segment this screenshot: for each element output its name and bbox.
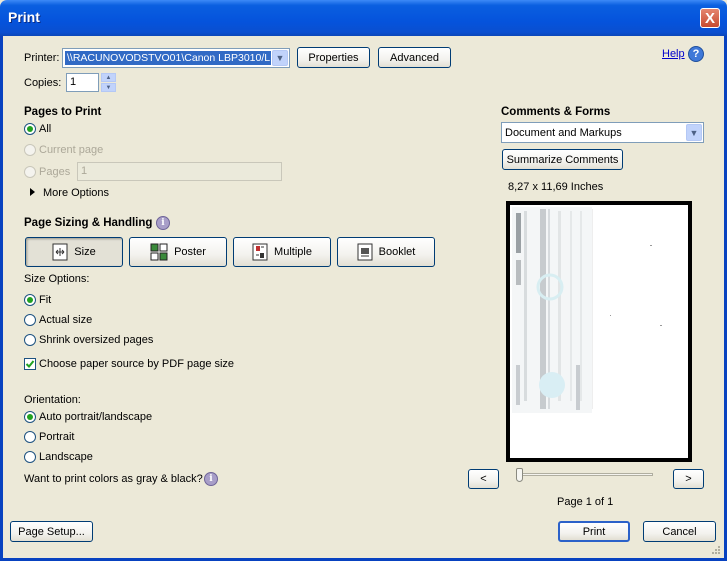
orientation-label: Orientation: (24, 394, 81, 406)
tab-multiple-label: Multiple (274, 246, 312, 258)
help-link[interactable]: Help (662, 48, 685, 60)
tab-multiple[interactable]: Multiple (233, 237, 331, 267)
size-icon (52, 243, 68, 261)
stepper-down-icon[interactable]: ▼ (101, 83, 116, 92)
paper-source-label[interactable]: Choose paper source by PDF page size (39, 358, 234, 370)
size-shrink-radio[interactable] (24, 334, 36, 346)
page-thumbnail (512, 207, 662, 413)
pages-all-radio[interactable] (24, 123, 36, 135)
next-page-button[interactable]: > (673, 469, 704, 489)
copies-label: Copies: (24, 77, 62, 89)
size-actual-radio[interactable] (24, 314, 36, 326)
window-title: Print (8, 9, 40, 25)
size-fit-label[interactable]: Fit (39, 294, 51, 306)
expand-triangle-icon[interactable] (30, 188, 35, 196)
prev-page-button[interactable]: < (468, 469, 499, 489)
window-frame-left (0, 36, 3, 561)
tab-size[interactable]: Size (25, 237, 123, 267)
orientation-landscape-radio[interactable] (24, 451, 36, 463)
comments-forms-heading: Comments & Forms (501, 106, 611, 118)
orientation-auto-label[interactable]: Auto portrait/landscape (39, 411, 152, 423)
title-bar[interactable] (0, 0, 727, 36)
pages-range-radio[interactable] (24, 166, 36, 178)
info-icon[interactable]: i (204, 472, 218, 486)
size-fit-radio[interactable] (24, 294, 36, 306)
summarize-comments-button[interactable]: Summarize Comments (502, 149, 623, 170)
pages-range-input[interactable]: 1 (77, 162, 282, 181)
properties-button[interactable]: Properties (297, 47, 370, 68)
more-options-toggle[interactable]: More Options (43, 187, 109, 199)
help-icon[interactable]: ? (688, 46, 704, 62)
multiple-icon (252, 243, 268, 261)
pages-all-label[interactable]: All (39, 123, 51, 135)
copies-input[interactable]: 1 (66, 73, 99, 92)
tab-booklet-label: Booklet (378, 246, 416, 258)
orientation-portrait-label[interactable]: Portrait (39, 431, 74, 443)
advanced-button[interactable]: Advanced (378, 47, 451, 68)
copies-stepper[interactable]: ▲ ▼ (101, 73, 116, 92)
page-info-text: Page 1 of 1 (557, 496, 614, 508)
page-setup-button[interactable]: Page Setup... (10, 521, 93, 542)
orientation-auto-radio[interactable] (24, 411, 36, 423)
comments-forms-value: Document and Markups (505, 127, 622, 139)
gray-question-label: Want to print colors as gray & black? (24, 473, 203, 485)
paper-size-text: 8,27 x 11,69 Inches (508, 181, 604, 193)
pages-range-label[interactable]: Pages (39, 166, 70, 178)
page-sizing-heading: Page Sizing & Handling (24, 217, 153, 229)
info-icon[interactable]: i (156, 216, 170, 230)
pages-current-radio[interactable] (24, 144, 36, 156)
orientation-landscape-label[interactable]: Landscape (39, 451, 93, 463)
pages-current-label[interactable]: Current page (39, 144, 103, 156)
preview-page (510, 205, 688, 458)
pages-to-print-heading: Pages to Print (24, 106, 102, 118)
paper-source-checkbox[interactable] (24, 358, 36, 370)
printer-select[interactable]: \\RACUNOVODSTVO01\Canon LBP3010/LB ▼ (62, 48, 290, 68)
size-actual-label[interactable]: Actual size (39, 314, 92, 326)
printer-label: Printer: (24, 52, 60, 64)
preview-slider-track[interactable] (519, 473, 653, 476)
resize-grip-icon[interactable] (709, 545, 721, 557)
size-shrink-label[interactable]: Shrink oversized pages (39, 334, 153, 346)
checkmark-icon (25, 360, 35, 368)
close-button[interactable]: X (700, 8, 720, 28)
tab-size-label: Size (74, 246, 96, 258)
chevron-down-icon[interactable]: ▼ (272, 50, 288, 66)
tab-poster[interactable]: Poster (129, 237, 227, 267)
orientation-portrait-radio[interactable] (24, 431, 36, 443)
poster-icon (150, 243, 168, 261)
booklet-icon (357, 243, 373, 261)
print-button[interactable]: Print (558, 521, 630, 542)
size-options-label: Size Options: (24, 273, 90, 285)
tab-booklet[interactable]: Booklet (337, 237, 435, 267)
chevron-down-icon[interactable]: ▼ (686, 124, 702, 141)
comments-forms-select[interactable]: Document and Markups ▼ (501, 122, 704, 143)
cancel-button[interactable]: Cancel (643, 521, 716, 542)
printer-value: \\RACUNOVODSTVO01\Canon LBP3010/LB (65, 51, 271, 65)
tab-poster-label: Poster (174, 246, 206, 258)
preview-slider-thumb[interactable] (516, 468, 523, 482)
stepper-up-icon[interactable]: ▲ (101, 73, 116, 82)
